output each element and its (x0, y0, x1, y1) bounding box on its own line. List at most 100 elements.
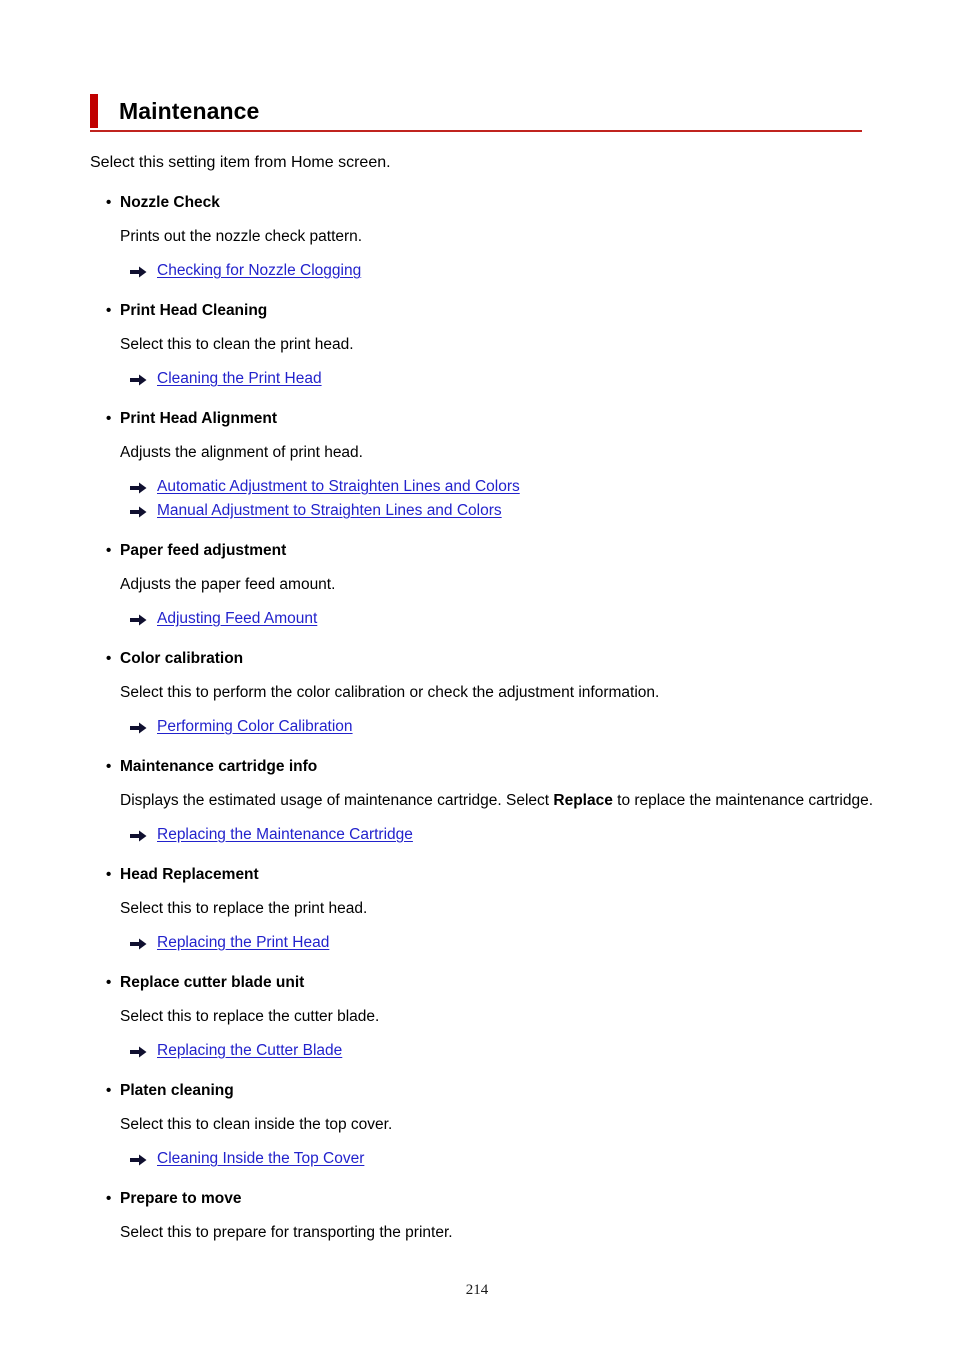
bullet-icon: • (106, 410, 112, 427)
bullet-icon: • (106, 974, 112, 991)
maintenance-item: • Replace cutter blade unit Select this to… (90, 972, 880, 1062)
item-description: Adjusts the paper feed amount. (90, 573, 880, 597)
maintenance-item: • Nozzle Check Prints out the nozzle check… (90, 192, 880, 282)
item-description: Select this to replace the cutter blade. (90, 1005, 880, 1029)
item-title: • Print Head Alignment (90, 408, 880, 430)
cross-reference-link[interactable]: Cleaning Inside the Top Cover (157, 1148, 364, 1170)
item-title: • Print Head Cleaning (90, 300, 880, 322)
item-description: Adjusts the alignment of print head. (90, 441, 880, 465)
intro-paragraph: Select this setting item from Home scree… (90, 154, 391, 171)
link-row: Cleaning Inside the Top Cover (130, 1148, 880, 1170)
maintenance-item: • Head Replacement Select this to replace … (90, 864, 880, 954)
item-title: • Platen cleaning (90, 1080, 880, 1102)
link-row: Replacing the Maintenance Cartridge (130, 824, 880, 846)
item-description-text: Select this to replace the cutter blade. (120, 1008, 380, 1025)
right-arrow-icon (130, 476, 148, 498)
item-description-text: Select this to replace the print head. (120, 900, 368, 917)
bullet-icon: • (106, 194, 112, 211)
item-title: • Replace cutter blade unit (90, 972, 880, 994)
item-link-list: Replacing the Print Head (90, 932, 880, 954)
item-title-text: Color calibration (120, 650, 244, 667)
right-arrow-icon (130, 716, 148, 738)
cross-reference-link[interactable]: Checking for Nozzle Clogging (157, 260, 361, 282)
right-arrow-icon (130, 1148, 148, 1170)
maintenance-item: • Print Head Alignment Adjusts the alignme… (90, 408, 880, 522)
item-description-text: Adjusts the paper feed amount. (120, 576, 336, 593)
item-link-list: Cleaning Inside the Top Cover (90, 1148, 880, 1170)
item-link-list: Replacing the Cutter Blade (90, 1040, 880, 1062)
item-description: Select this to clean the print head. (90, 333, 880, 357)
right-arrow-icon (130, 1040, 148, 1062)
item-description: Select this to prepare for transporting … (90, 1221, 880, 1245)
right-arrow-icon (130, 260, 148, 282)
cross-reference-link[interactable]: Adjusting Feed Amount (157, 608, 317, 630)
maintenance-item: • Maintenance cartridge info Displays the … (90, 756, 880, 846)
bullet-icon: • (106, 866, 112, 883)
item-description-text: Prints out the nozzle check pattern. (120, 228, 363, 245)
cross-reference-link[interactable]: Automatic Adjustment to Straighten Lines… (157, 476, 520, 498)
item-title-text: Print Head Alignment (120, 410, 278, 427)
bullet-icon: • (106, 758, 112, 775)
item-link-list: Adjusting Feed Amount (90, 608, 880, 630)
link-row: Cleaning the Print Head (130, 368, 880, 390)
cross-reference-link[interactable]: Replacing the Maintenance Cartridge (157, 824, 413, 846)
item-title-text: Replace cutter blade unit (120, 974, 305, 991)
bullet-icon: • (106, 1082, 112, 1099)
bullet-icon: • (106, 302, 112, 319)
link-row: Replacing the Cutter Blade (130, 1040, 880, 1062)
cross-reference-link[interactable]: Replacing the Print Head (157, 932, 329, 954)
item-title-text: Nozzle Check (120, 194, 220, 211)
maintenance-item: • Paper feed adjustment Adjusts the paper … (90, 540, 880, 630)
item-link-list: Replacing the Maintenance Cartridge (90, 824, 880, 846)
maintenance-item: • Color calibration Select this to perform… (90, 648, 880, 738)
item-title-text: Head Replacement (120, 866, 259, 883)
item-link-list: Performing Color Calibration (90, 716, 880, 738)
cross-reference-link[interactable]: Manual Adjustment to Straighten Lines an… (157, 500, 502, 522)
page-title-block: Maintenance (90, 94, 862, 132)
title-divider (90, 130, 862, 132)
item-description-text: Select this to clean inside the top cove… (120, 1116, 393, 1133)
maintenance-item: • Platen cleaning Select this to clean ins… (90, 1080, 880, 1170)
item-title-text: Paper feed adjustment (120, 542, 287, 559)
item-description: Select this to replace the print head. (90, 897, 880, 921)
item-title-text: Prepare to move (120, 1190, 242, 1207)
item-description-text: Select this to prepare for transporting … (120, 1224, 453, 1241)
item-description-emphasis: Replace (553, 792, 613, 809)
right-arrow-icon (130, 368, 148, 390)
item-link-list: Checking for Nozzle Clogging (90, 260, 880, 282)
bullet-icon: • (106, 650, 112, 667)
item-description: Select this to clean inside the top cove… (90, 1113, 880, 1137)
item-description-text: Select this to perform the color calibra… (120, 684, 660, 701)
item-title-text: Platen cleaning (120, 1082, 234, 1099)
bullet-icon: • (106, 1190, 112, 1207)
page-number: 214 (465, 1282, 489, 1298)
right-arrow-icon (130, 500, 148, 522)
link-row: Performing Color Calibration (130, 716, 880, 738)
item-title-text: Print Head Cleaning (120, 302, 268, 319)
document-page: Maintenance Select this setting item fro… (0, 0, 954, 1350)
item-description-text: Select this to clean the print head. (120, 336, 354, 353)
right-arrow-icon (130, 824, 148, 846)
cross-reference-link[interactable]: Cleaning the Print Head (157, 368, 322, 390)
cross-reference-link[interactable]: Replacing the Cutter Blade (157, 1040, 342, 1062)
item-title: • Prepare to move (90, 1188, 880, 1210)
link-row: Adjusting Feed Amount (130, 608, 880, 630)
item-link-list: Cleaning the Print Head (90, 368, 880, 390)
right-arrow-icon (130, 932, 148, 954)
item-title: • Paper feed adjustment (90, 540, 880, 562)
link-row: Automatic Adjustment to Straighten Lines… (130, 476, 880, 498)
maintenance-item: • Print Head Cleaning Select this to clean… (90, 300, 880, 390)
right-arrow-icon (130, 608, 148, 630)
item-description-post: to replace the maintenance cartridge. (612, 792, 874, 809)
bullet-icon: • (106, 542, 112, 559)
title-accent-bar (90, 94, 98, 128)
item-description: Displays the estimated usage of maintena… (90, 789, 880, 813)
item-title-text: Maintenance cartridge info (120, 758, 318, 775)
cross-reference-link[interactable]: Performing Color Calibration (157, 716, 353, 738)
page-title-row: Maintenance (90, 94, 862, 128)
link-row: Replacing the Print Head (130, 932, 880, 954)
item-link-list: Automatic Adjustment to Straighten Lines… (90, 476, 880, 522)
maintenance-item: • Prepare to move Select this to prepare f… (90, 1188, 880, 1245)
item-title: • Color calibration (90, 648, 880, 670)
maintenance-item-list: • Nozzle Check Prints out the nozzle check… (90, 192, 880, 1245)
